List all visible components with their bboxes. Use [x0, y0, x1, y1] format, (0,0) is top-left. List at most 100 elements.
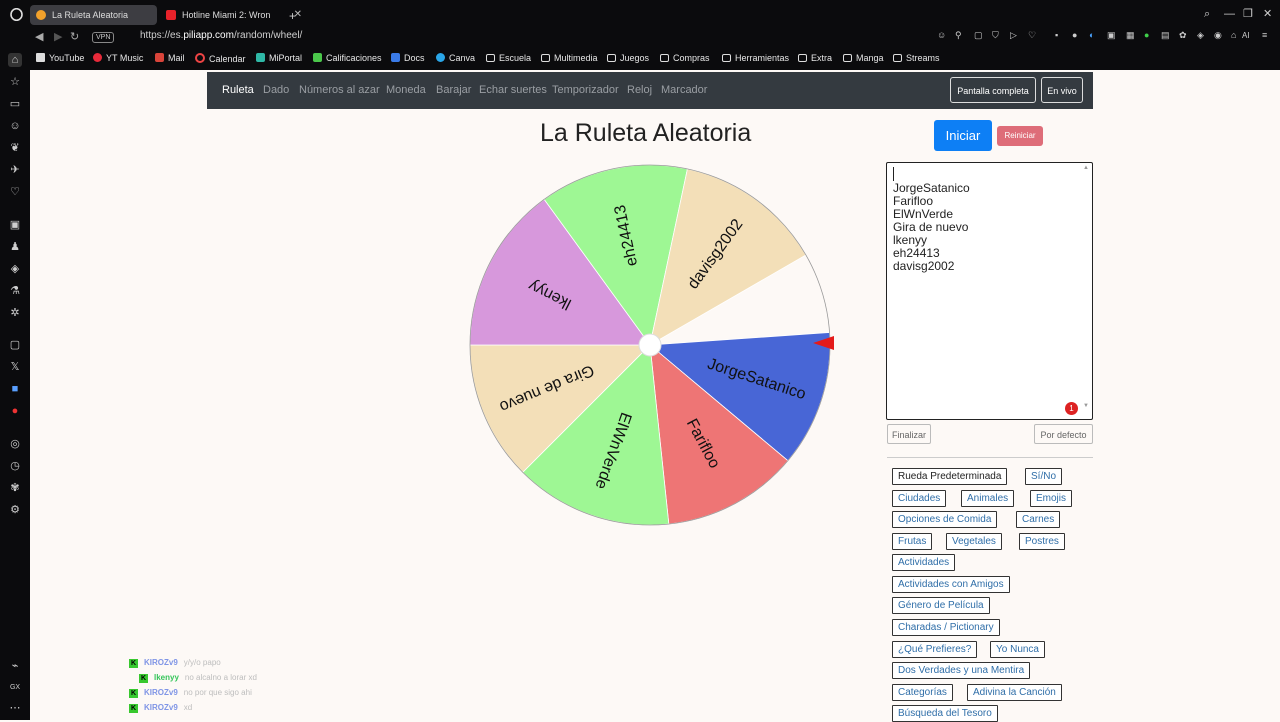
restore-icon[interactable]: ❐ [1243, 7, 1253, 21]
diamond-icon[interactable]: ◈ [8, 262, 22, 276]
preset-animales[interactable]: Animales [961, 490, 1015, 507]
preset-carnes[interactable]: Carnes [1016, 511, 1061, 528]
extension-8-icon[interactable]: ✿ [1179, 31, 1188, 40]
opera-logo-icon[interactable] [10, 7, 23, 25]
gear-icon[interactable]: ⚙ [8, 503, 22, 517]
app-icon[interactable]: ■ [8, 382, 22, 396]
preset-yo-nunca[interactable]: Yo Nunca [990, 641, 1045, 658]
snapshot-icon[interactable]: ▢ [974, 31, 983, 40]
preset-busqueda-del-tesoro[interactable]: Búsqueda del Tesoro [892, 705, 998, 722]
extensions-icon[interactable]: ✾ [8, 481, 22, 495]
controller-icon[interactable]: ▣ [8, 218, 22, 232]
preset-adivina-la-cancion[interactable]: Adivina la Canción [967, 684, 1062, 701]
bookmark-herramientas[interactable]: Herramientas [722, 53, 789, 63]
bookmark-extra[interactable]: Extra [798, 53, 832, 63]
settings-circle-icon[interactable]: ◎ [8, 437, 22, 451]
bookmark-yt-music[interactable]: YT Music [93, 53, 143, 63]
easy-setup-icon[interactable]: ≡ [1262, 31, 1271, 40]
bookmark-calificaciones[interactable]: Calificaciones [313, 53, 382, 63]
preset-ciudades[interactable]: Ciudades [892, 490, 947, 507]
youtube-icon[interactable]: ● [8, 404, 22, 418]
play-icon[interactable]: ▷ [1010, 31, 1019, 40]
emoji-icon[interactable]: ☺ [937, 31, 946, 40]
scroll-up-icon[interactable]: ▲ [1083, 165, 1089, 171]
preset-categorias[interactable]: Categorías [892, 684, 953, 701]
ai-assistant-icon[interactable]: ⌂ [1231, 31, 1240, 40]
url-field[interactable]: https://es.piliapp.com/random/wheel/ [140, 30, 302, 41]
shield-icon[interactable]: ⛉ [992, 31, 1001, 40]
preset-frutas[interactable]: Frutas [892, 533, 933, 550]
minimize-icon[interactable]: — [1224, 7, 1235, 21]
leaf-icon[interactable]: ❦ [8, 141, 22, 155]
bookmark-calendar[interactable]: Calendar [195, 53, 246, 64]
extension-9-icon[interactable]: ◈ [1197, 31, 1206, 40]
tab-ruleta[interactable]: La Ruleta Aleatoria [30, 5, 157, 25]
x-twitter-icon[interactable]: 𝕏 [8, 360, 22, 374]
fullscreen-button[interactable]: Pantalla completa [950, 77, 1036, 103]
preset-postres[interactable]: Postres [1019, 533, 1065, 550]
forward-icon[interactable]: ▶ [54, 30, 62, 43]
scroll-down-icon[interactable]: ▼ [1083, 403, 1089, 409]
live-button[interactable]: En vivo [1041, 77, 1083, 103]
chess-icon[interactable]: ♟ [8, 240, 22, 254]
preset-rueda-predeterminada[interactable]: Rueda Predeterminada [892, 468, 1008, 485]
twitch-icon[interactable]: ▢ [8, 338, 22, 352]
history-icon[interactable]: ◷ [8, 459, 22, 473]
reset-button[interactable]: Reiniciar [997, 126, 1043, 146]
bookmark-streams[interactable]: Streams [893, 53, 940, 63]
preset-si-no[interactable]: Sí/No [1025, 468, 1063, 485]
bookmark-manga[interactable]: Manga [843, 53, 884, 63]
bookmark-youtube[interactable]: YouTube [36, 53, 84, 63]
pin-icon[interactable]: ⚲ [955, 31, 964, 40]
bookmark-canva[interactable]: Canva [436, 53, 475, 63]
ai-label[interactable]: AI [1242, 31, 1258, 40]
preset-genero-de-pelicula[interactable]: Género de Película [892, 597, 990, 614]
nav-barajar[interactable]: Barajar [436, 84, 471, 96]
bookmark-multimedia[interactable]: Multimedia [541, 53, 598, 63]
flask-icon[interactable]: ⚗ [8, 284, 22, 298]
nav-temporizador[interactable]: Temporizador [552, 84, 619, 96]
preset-que-prefieres[interactable]: ¿Qué Prefieres? [892, 641, 978, 658]
heart-outline-icon[interactable]: ♡ [8, 185, 22, 199]
spin-wheel[interactable]: JorgeSatanicoFariflooElWnVerdeGira de nu… [465, 160, 835, 530]
atom-icon[interactable]: ✲ [8, 306, 22, 320]
extension-1-icon[interactable]: ▪ [1055, 31, 1064, 40]
gamepad-icon[interactable]: ▭ [8, 97, 22, 111]
extension-7-icon[interactable]: ▤ [1161, 31, 1170, 40]
nav-marcador[interactable]: Marcador [661, 84, 707, 96]
preset-actividades-con-amigos[interactable]: Actividades con Amigos [892, 576, 1010, 593]
home-icon[interactable]: ⌂ [8, 53, 22, 67]
camera-icon[interactable]: ◉ [1214, 31, 1223, 40]
rocket-icon[interactable]: ✈ [8, 163, 22, 177]
nav-moneda[interactable]: Moneda [386, 84, 426, 96]
bookmark-juegos[interactable]: Juegos [607, 53, 649, 63]
start-button[interactable]: Iniciar [934, 120, 992, 151]
close-window-icon[interactable]: ✕ [1263, 7, 1272, 21]
preset-actividades[interactable]: Actividades [892, 554, 956, 571]
smiley-icon[interactable]: ☺ [8, 119, 22, 133]
more-icon[interactable]: ⋯ [8, 701, 22, 715]
bookmark-compras[interactable]: Compras [660, 53, 710, 63]
preset-vegetales[interactable]: Vegetales [946, 533, 1002, 550]
tab-hotline-miami[interactable]: Hotline Miami 2: Wron ✕ [160, 5, 306, 25]
preset-emojis[interactable]: Emojis [1030, 490, 1073, 507]
preset-dos-verdades-y-una-mentira[interactable]: Dos Verdades y una Mentira [892, 662, 1031, 679]
extension-6-icon[interactable]: ● [1144, 31, 1153, 40]
bookmark-escuela[interactable]: Escuela [486, 53, 531, 63]
search-tabs-icon[interactable]: ⌕ [1204, 7, 1210, 21]
default-button[interactable]: Por defecto [1034, 424, 1093, 444]
nav-reloj[interactable]: Reloj [627, 84, 652, 96]
extension-2-icon[interactable]: ● [1072, 31, 1081, 40]
bookmark-docs[interactable]: Docs [391, 53, 425, 63]
preset-opciones-de-comida[interactable]: Opciones de Comida [892, 511, 998, 528]
nav-echar-suertes[interactable]: Echar suertes [479, 84, 547, 96]
nav-dado[interactable]: Dado [263, 84, 289, 96]
names-textarea[interactable]: JorgeSatanico Farifloo ElWnVerde Gira de… [886, 162, 1093, 420]
bookmark-miportal[interactable]: MiPortal [256, 53, 302, 63]
nav-numeros-al-azar[interactable]: Números al azar [299, 84, 380, 96]
vpn-badge[interactable]: VPN [92, 32, 115, 43]
preset-charadas-pictionary[interactable]: Charadas / Pictionary [892, 619, 1000, 636]
back-icon[interactable]: ◀ [35, 30, 43, 43]
nav-ruleta[interactable]: Ruleta [222, 84, 254, 96]
heart-icon[interactable]: ♡ [1028, 31, 1037, 40]
